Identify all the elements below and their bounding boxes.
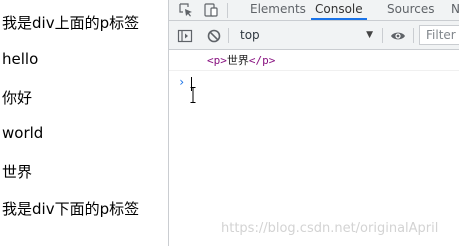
paragraph-nihao: 你好 — [2, 89, 33, 107]
logged-element[interactable]: <p>世界</p> — [207, 51, 275, 70]
context-select[interactable]: top ▼ — [233, 25, 375, 45]
element-text: 世界 — [226, 54, 249, 67]
open-tag: <p> — [207, 54, 227, 67]
console-toolbar: top ▼ Filter — [169, 21, 459, 50]
device-toggle-icon[interactable] — [204, 3, 218, 17]
clear-console-icon[interactable] — [206, 28, 222, 44]
tab-network-truncated[interactable]: N — [451, 0, 459, 20]
paragraph-world: world — [2, 124, 44, 142]
sidebar-toggle-icon[interactable] — [177, 28, 193, 44]
eye-icon[interactable] — [390, 28, 406, 44]
inspect-element-icon[interactable] — [179, 3, 193, 17]
paragraph-shijie: 世界 — [2, 163, 33, 181]
tab-console[interactable]: Console — [311, 0, 367, 20]
watermark-text: https://blog.csdn.net/originalApril — [221, 221, 439, 236]
console-output: <p>世界</p> › https://blog.csdn.net/origin… — [169, 50, 459, 246]
tab-elements[interactable]: Elements — [250, 0, 306, 20]
tabbar-separator — [227, 3, 228, 18]
context-value: top — [240, 28, 260, 42]
devtools-panel: Elements Console Sources N top ▼ Filter … — [168, 0, 459, 246]
prompt-chevron-icon: › — [178, 75, 186, 89]
devtools-tabbar: Elements Console Sources N — [169, 0, 459, 21]
ibeam-cursor-icon — [190, 87, 196, 103]
paragraph-below-div: 我是div下面的p标签 — [2, 200, 140, 218]
console-log-row: <p>世界</p> — [169, 51, 459, 71]
close-tag: </p> — [248, 54, 276, 67]
page-content: 我是div上面的p标签 hello 你好 world 世界 我是div下面的p标… — [0, 0, 168, 246]
console-prompt[interactable]: › — [169, 73, 459, 103]
paragraph-hello: hello — [2, 50, 39, 68]
filter-input[interactable]: Filter — [419, 25, 459, 45]
toolbar-separator — [382, 28, 383, 43]
dropdown-arrow-icon: ▼ — [366, 30, 373, 40]
tab-sources[interactable]: Sources — [387, 0, 434, 20]
paragraph-above-div: 我是div上面的p标签 — [2, 14, 140, 32]
toolbar-separator — [228, 28, 229, 43]
screenshot-root: 我是div上面的p标签 hello 你好 world 世界 我是div下面的p标… — [0, 0, 459, 246]
toolbar-separator — [413, 28, 414, 43]
